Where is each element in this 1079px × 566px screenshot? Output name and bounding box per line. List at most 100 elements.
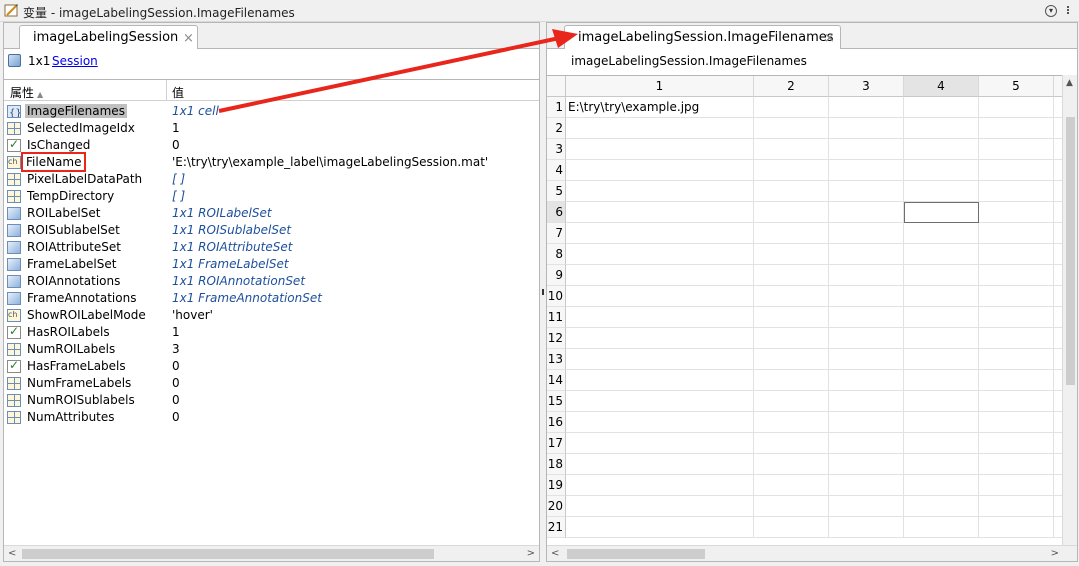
scroll-thumb[interactable] [22,549,434,559]
grid-cell[interactable] [829,475,904,496]
grid-cell[interactable] [979,202,1054,223]
grid-cell[interactable] [566,391,754,412]
grid-cell[interactable] [979,244,1054,265]
grid-cell[interactable] [904,160,979,181]
grid-cell[interactable] [904,265,979,286]
property-value[interactable]: 1x1 FrameLabelSet [172,257,289,271]
scroll-thumb[interactable] [1066,117,1075,385]
scroll-left-icon[interactable]: < [551,548,559,559]
row-header[interactable]: 9 [547,265,566,286]
grid-cell[interactable] [904,412,979,433]
grid-cell[interactable]: E:\try\try\example.jpg [566,97,754,118]
property-row[interactable]: ShowROILabelMode 'hover' [4,307,539,324]
property-row[interactable]: PixelLabelDataPath [ ] [4,171,539,188]
row-header[interactable]: 4 [547,160,566,181]
property-row[interactable]: ROIAttributeSet 1x1 ROIAttributeSet [4,239,539,256]
property-value[interactable]: 1x1 cell [172,104,219,118]
row-header[interactable]: 16 [547,412,566,433]
grid-cell[interactable] [829,307,904,328]
row-header[interactable]: 18 [547,454,566,475]
grid-cell[interactable] [829,328,904,349]
grid-cell[interactable] [979,307,1054,328]
grid-cell[interactable] [829,181,904,202]
grid-cell[interactable] [979,349,1054,370]
grid-cell[interactable] [979,160,1054,181]
property-name[interactable]: ROISublabelSet [25,223,122,237]
grid-cell[interactable] [904,181,979,202]
grid-cell[interactable] [829,517,904,538]
row-header[interactable]: 13 [547,349,566,370]
grid-cell[interactable] [566,349,754,370]
row-header[interactable]: 2 [547,118,566,139]
grid-cell[interactable] [754,349,829,370]
grid-cell[interactable] [566,223,754,244]
close-tab-icon[interactable]: × [183,31,194,46]
column-header[interactable]: 3 [829,76,904,97]
column-header-name[interactable]: 属性 ▲ [10,84,43,101]
grid-cell[interactable] [754,265,829,286]
grid-cell[interactable] [904,118,979,139]
column-header[interactable]: 4 [904,76,979,97]
grid-cell[interactable] [979,433,1054,454]
column-separator[interactable] [166,80,167,100]
grid-cell[interactable] [979,97,1054,118]
property-name[interactable]: TempDirectory [25,189,116,203]
grid-cell[interactable] [904,139,979,160]
row-header[interactable]: 20 [547,496,566,517]
grid-cell[interactable] [754,244,829,265]
grid-cell[interactable] [754,475,829,496]
more-options-icon[interactable] [1061,3,1075,17]
grid-cell[interactable] [979,412,1054,433]
grid-cell[interactable] [829,244,904,265]
grid-cell[interactable] [754,139,829,160]
grid-cell[interactable] [754,202,829,223]
property-name[interactable]: PixelLabelDataPath [25,172,144,186]
property-value[interactable]: [ ] [172,189,185,203]
grid-cell[interactable] [566,496,754,517]
column-header-value[interactable]: 值 [172,84,184,101]
collapse-icon[interactable]: ▾ [1045,5,1057,17]
grid-cell[interactable] [829,433,904,454]
grid-cell[interactable] [904,370,979,391]
property-row[interactable]: TempDirectory [ ] [4,188,539,205]
grid-cell[interactable] [829,496,904,517]
grid-cell[interactable] [979,139,1054,160]
grid-cell[interactable] [979,454,1054,475]
grid-cell[interactable] [979,391,1054,412]
grid-cell[interactable] [566,265,754,286]
grid-cell[interactable] [566,160,754,181]
grid-cell[interactable] [566,202,754,223]
tab-imageLabelingSession[interactable]: imageLabelingSession × [19,25,198,50]
column-header[interactable]: 2 [754,76,829,97]
grid-cell[interactable] [754,496,829,517]
property-name[interactable]: FileName [20,152,87,172]
property-name[interactable]: NumROILabels [25,342,117,356]
property-name[interactable]: NumFrameLabels [25,376,133,390]
grid-cell[interactable] [566,244,754,265]
property-row[interactable]: IsChanged 0 [4,137,539,154]
property-value[interactable]: [ ] [172,172,185,186]
grid-cell[interactable] [566,475,754,496]
row-header[interactable]: 11 [547,307,566,328]
scroll-right-icon[interactable]: > [527,548,535,559]
row-header[interactable]: 15 [547,391,566,412]
grid-cell[interactable] [566,454,754,475]
property-name[interactable]: SelectedImageIdx [25,121,137,135]
grid-cell[interactable] [566,139,754,160]
property-row[interactable]: ROILabelSet 1x1 ROILabelSet [4,205,539,222]
grid-cell[interactable] [979,328,1054,349]
grid-cell[interactable] [829,202,904,223]
property-name[interactable]: ShowROILabelMode [25,308,148,322]
grid-cell[interactable] [566,328,754,349]
property-name[interactable]: FrameAnnotations [25,291,138,305]
grid-corner[interactable] [547,76,566,97]
grid-cell[interactable] [566,370,754,391]
grid-cell[interactable] [754,181,829,202]
grid-cell[interactable] [904,517,979,538]
grid-cell[interactable] [904,307,979,328]
grid-cell[interactable] [566,118,754,139]
grid-cell[interactable] [566,181,754,202]
tab-ImageFilenames[interactable]: imageLabelingSession.ImageFilenames × [564,25,841,50]
grid-cell[interactable] [904,97,979,118]
property-row[interactable]: HasFrameLabels 0 [4,358,539,375]
